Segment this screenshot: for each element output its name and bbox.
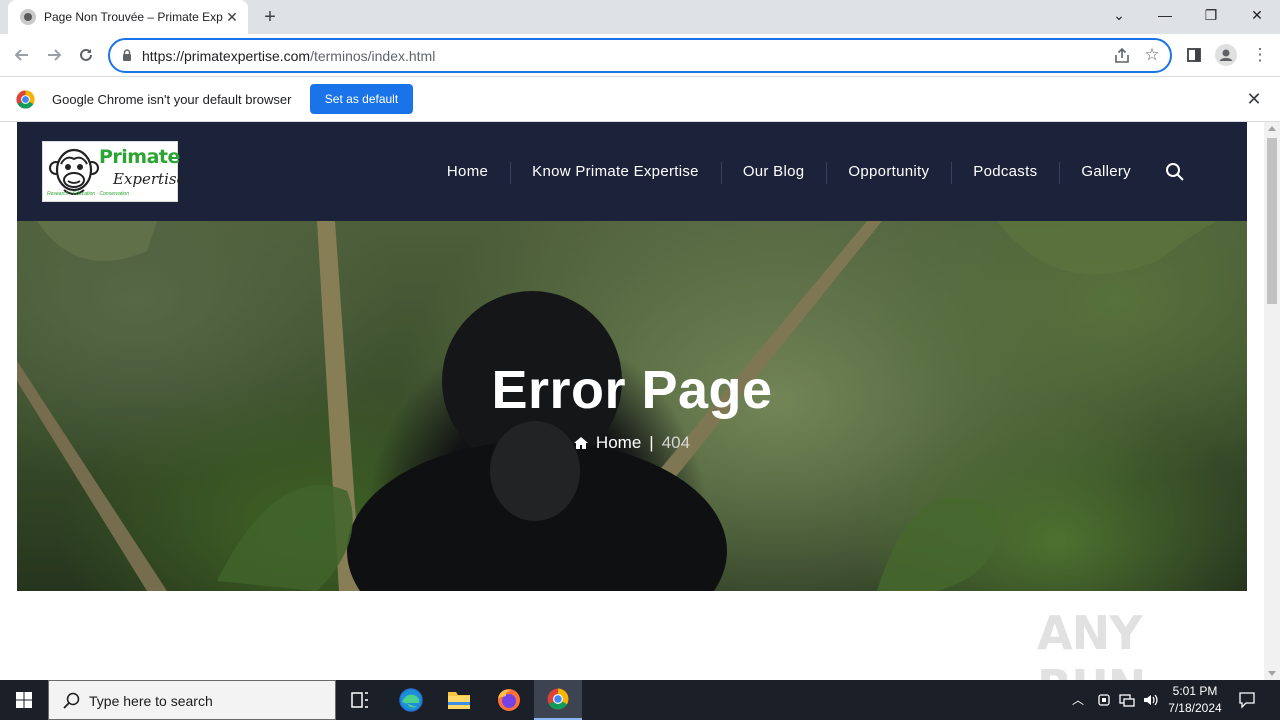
site-search-icon[interactable] <box>1165 162 1185 182</box>
nav-know-primate-expertise[interactable]: Know Primate Expertise <box>510 162 721 184</box>
home-icon <box>573 437 588 449</box>
nav-opportunity[interactable]: Opportunity <box>826 162 951 184</box>
tab-close-icon[interactable]: ✕ <box>224 9 240 25</box>
page-viewport: Primate Expertise Research · Education ·… <box>0 122 1280 680</box>
firefox-icon[interactable] <box>485 680 533 720</box>
tab-strip: Page Non Trouvée – Primate Exp ✕ + ⌄ — ❐… <box>0 0 1280 34</box>
network-icon[interactable] <box>1119 692 1135 708</box>
reload-icon[interactable] <box>72 41 100 69</box>
logo-text-expertise: Expertise <box>113 170 186 188</box>
scroll-down-arrow-icon[interactable] <box>1268 671 1276 676</box>
taskbar-search-box[interactable]: Type here to search <box>48 680 336 720</box>
close-window-button[interactable]: ✕ <box>1234 0 1280 30</box>
nav-podcasts[interactable]: Podcasts <box>951 162 1059 184</box>
tray-device-icon[interactable] <box>1096 692 1112 708</box>
share-icon[interactable] <box>1112 46 1132 66</box>
main-menu: Home Know Primate Expertise Our Blog Opp… <box>425 122 1153 221</box>
anyrun-watermark: ANY RUN <box>1037 606 1146 680</box>
breadcrumb-current: 404 <box>661 433 691 452</box>
site-favicon-icon <box>20 9 36 25</box>
new-tab-button[interactable]: + <box>258 6 282 28</box>
infobar-close-icon[interactable]: ✕ <box>1244 89 1264 109</box>
address-bar[interactable]: https://primatexpertise.com/terminos/ind… <box>108 38 1172 73</box>
tab-title: Page Non Trouvée – Primate Exp <box>44 10 223 24</box>
nav-gallery[interactable]: Gallery <box>1059 162 1153 184</box>
back-arrow-icon[interactable] <box>8 41 36 69</box>
restore-button[interactable]: ❐ <box>1188 0 1234 30</box>
hero-banner: Error Page Home | 404 <box>17 221 1247 591</box>
taskbar-clock[interactable]: 5:01 PM 7/18/2024 <box>1160 683 1230 717</box>
browser-tab[interactable]: Page Non Trouvée – Primate Exp ✕ <box>8 0 248 34</box>
edge-browser-icon[interactable] <box>387 680 435 720</box>
logo-tagline: Research · Education · Conservation <box>47 191 129 197</box>
nav-our-blog[interactable]: Our Blog <box>720 162 827 184</box>
nav-home[interactable]: Home <box>425 163 510 180</box>
clock-time: 5:01 PM <box>1172 684 1218 698</box>
logo-text-primate: Primate <box>99 146 180 168</box>
url-host: https://primatexpertise.com <box>142 48 311 64</box>
website: Primate Expertise Research · Education ·… <box>17 122 1247 680</box>
scroll-thumb[interactable] <box>1267 138 1277 304</box>
breadcrumb-home[interactable]: Home <box>596 433 641 452</box>
tab-search-chevron-icon[interactable]: ⌄ <box>1096 0 1142 30</box>
notification-icon[interactable] <box>1238 691 1256 709</box>
search-placeholder: Type here to search <box>89 693 213 709</box>
side-panel-icon[interactable] <box>1180 41 1208 69</box>
url-path: /terminos/index.html <box>310 48 436 64</box>
infobar-message: Google Chrome isn't your default browser <box>52 92 292 107</box>
volume-icon[interactable] <box>1142 692 1158 708</box>
bookmark-star-icon[interactable]: ☆ <box>1142 44 1162 64</box>
url-text[interactable]: https://primatexpertise.com/terminos/ind… <box>142 48 435 64</box>
lock-icon[interactable] <box>122 49 132 61</box>
forward-arrow-icon[interactable] <box>40 41 68 69</box>
site-header: Primate Expertise Research · Education ·… <box>17 122 1247 221</box>
task-view-icon[interactable] <box>336 680 384 720</box>
set-as-default-button[interactable]: Set as default <box>310 84 413 114</box>
windows-taskbar: Type here to search ︿ 5:01 PM 7/18/2024 <box>0 680 1280 720</box>
page-title: Error Page <box>491 360 773 420</box>
minimize-button[interactable]: — <box>1142 0 1188 30</box>
file-explorer-icon[interactable] <box>435 680 483 720</box>
default-browser-infobar: Google Chrome isn't your default browser… <box>0 77 1280 122</box>
scroll-up-arrow-icon[interactable] <box>1268 126 1276 131</box>
breadcrumb: Home | 404 <box>17 433 1247 453</box>
page-scrollbar[interactable] <box>1264 122 1280 680</box>
chrome-taskbar-icon[interactable] <box>534 680 582 720</box>
breadcrumb-separator: | <box>649 433 654 452</box>
profile-avatar-icon[interactable] <box>1212 41 1240 69</box>
windows-start-icon[interactable] <box>0 680 48 720</box>
clock-date: 7/18/2024 <box>1168 701 1222 715</box>
tray-chevron-icon[interactable]: ︿ <box>1070 692 1086 708</box>
menu-kebab-icon[interactable]: ⋮ <box>1246 41 1274 69</box>
site-logo[interactable]: Primate Expertise Research · Education ·… <box>42 141 185 202</box>
search-icon <box>63 692 80 709</box>
browser-toolbar: https://primatexpertise.com/terminos/ind… <box>0 34 1280 77</box>
chrome-logo-icon <box>16 90 35 109</box>
